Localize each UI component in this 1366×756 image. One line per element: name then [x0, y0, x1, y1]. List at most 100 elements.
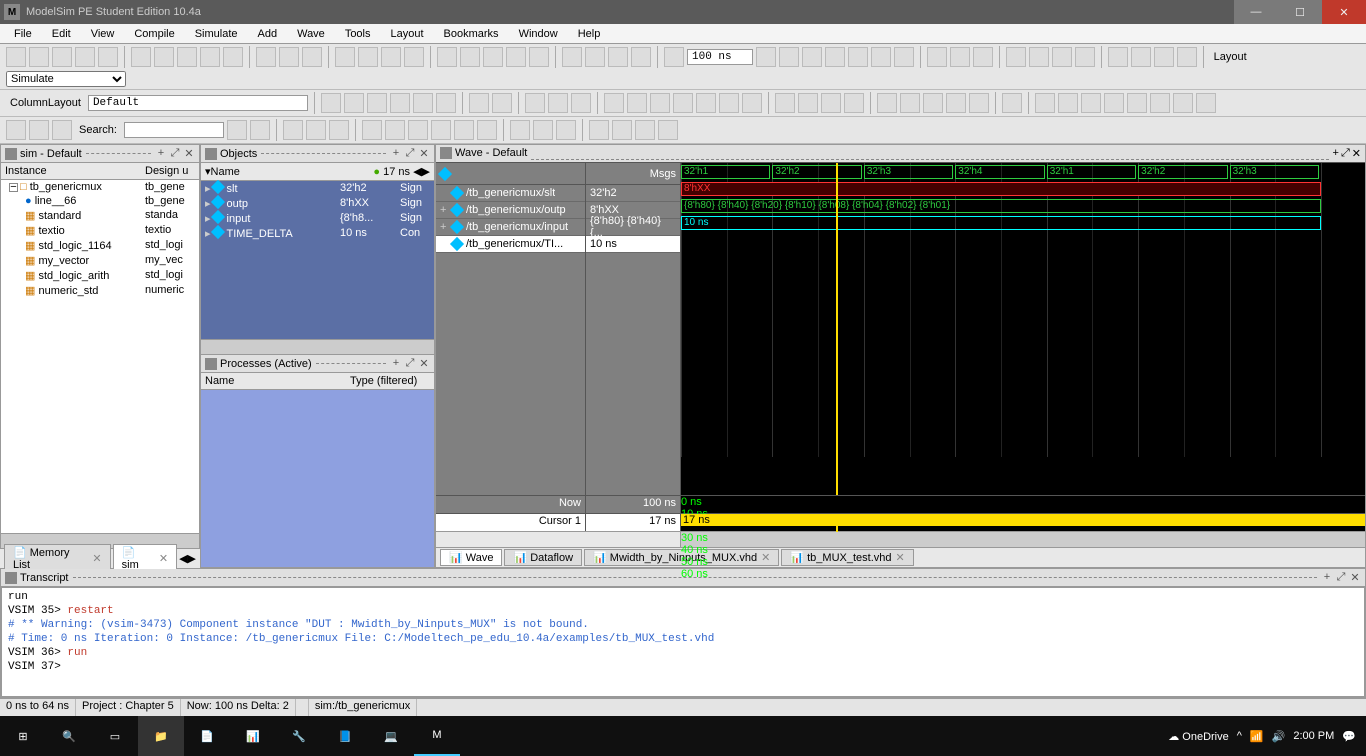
transcript-body[interactable]: runVSIM 35> restart# ** Warning: (vsim-3… [1, 587, 1365, 697]
sim-row-textio[interactable]: ▦ textiotextio [1, 223, 199, 238]
zmr-icon[interactable] [477, 120, 497, 140]
sim-row-my_vector[interactable]: ▦ my_vectormy_vec [1, 253, 199, 268]
task-modelsim[interactable]: M [414, 716, 460, 756]
col2-icon[interactable] [533, 120, 553, 140]
az-icon[interactable] [437, 47, 457, 67]
zoom1-icon[interactable] [1006, 47, 1026, 67]
time-box[interactable]: 100 ns [687, 49, 753, 65]
layout-select[interactable]: Simulate [6, 71, 126, 87]
up-icon[interactable] [585, 47, 605, 67]
obj-row-input[interactable]: ▸input{8'h8...Sign [201, 211, 434, 226]
tray-onedrive[interactable]: ☁ OneDrive [1168, 730, 1229, 743]
tl2-icon[interactable] [1058, 93, 1078, 113]
taskview-button[interactable]: ▭ [92, 716, 138, 756]
tl8-icon[interactable] [1196, 93, 1216, 113]
zml-icon[interactable] [454, 120, 474, 140]
zmc-icon[interactable] [431, 120, 451, 140]
t2d-icon[interactable] [390, 93, 410, 113]
tl1-icon[interactable] [1035, 93, 1055, 113]
sim-add-icon[interactable]: + [155, 147, 167, 160]
paste-icon[interactable] [177, 47, 197, 67]
g1-icon[interactable] [525, 93, 545, 113]
stop-icon[interactable] [664, 47, 684, 67]
proc-undock-icon[interactable]: ⤢ [404, 357, 416, 370]
tray-chevron-icon[interactable]: ^ [1237, 730, 1242, 742]
task-2[interactable]: 📄 [184, 716, 230, 756]
compile-icon[interactable] [256, 47, 276, 67]
obj-row-TIME_DELTA[interactable]: ▸TIME_DELTA10 nsCon [201, 226, 434, 241]
cov2-icon[interactable] [950, 47, 970, 67]
wave-add-icon[interactable]: + [1333, 147, 1339, 160]
obj-undock-icon[interactable]: ⤢ [404, 147, 416, 160]
ins2-icon[interactable] [29, 120, 49, 140]
sim-row-line__66[interactable]: ● line__66tb_gene [1, 194, 199, 208]
gear3-icon[interactable] [821, 93, 841, 113]
start-button[interactable]: ⊞ [0, 716, 46, 756]
l2-icon[interactable] [627, 93, 647, 113]
zmi-icon[interactable] [362, 120, 382, 140]
run2-icon[interactable] [802, 47, 822, 67]
tl5-icon[interactable] [1127, 93, 1147, 113]
b3-icon[interactable] [1154, 47, 1174, 67]
tl4-icon[interactable] [1104, 93, 1124, 113]
step-icon[interactable] [756, 47, 776, 67]
wave-signal--tb-genericmux-TI---[interactable]: /tb_genericmux/TI... [436, 236, 585, 253]
run1-icon[interactable] [779, 47, 799, 67]
t2a-icon[interactable] [321, 93, 341, 113]
obj-row-outp[interactable]: ▸outp8'hXXSign [201, 196, 434, 211]
ins-icon[interactable] [6, 120, 26, 140]
objects-tree[interactable]: ▸slt32'h2Sign▸outp8'hXXSign▸input{8'h8..… [201, 181, 434, 339]
xx2-icon[interactable] [492, 93, 512, 113]
close-button[interactable]: ✕ [1322, 0, 1366, 24]
t2c-icon[interactable] [367, 93, 387, 113]
sbk-icon[interactable] [227, 120, 247, 140]
menu-window[interactable]: Window [511, 28, 566, 40]
mag1-icon[interactable] [283, 120, 303, 140]
wave-icon[interactable] [335, 47, 355, 67]
cursor-tick[interactable]: 17 ns [681, 514, 1365, 526]
redo-icon[interactable] [223, 47, 243, 67]
wave-signal--tb-genericmux-slt[interactable]: /tb_genericmux/slt [436, 185, 585, 202]
tray-time[interactable]: 2:00 PM [1293, 730, 1334, 742]
cov-icon[interactable] [927, 47, 947, 67]
gear4-icon[interactable] [844, 93, 864, 113]
l1-icon[interactable] [604, 93, 624, 113]
wave3-icon[interactable] [404, 47, 424, 67]
cut-icon[interactable] [131, 47, 151, 67]
restart-icon[interactable] [848, 47, 868, 67]
proc-close-icon[interactable]: ✕ [418, 357, 430, 370]
obj-close-icon[interactable]: ✕ [418, 147, 430, 160]
task-3[interactable]: 📊 [230, 716, 276, 756]
search-input[interactable] [124, 122, 224, 138]
col3-icon[interactable] [556, 120, 576, 140]
all-icon[interactable] [719, 93, 739, 113]
ins3-icon[interactable] [52, 120, 72, 140]
sim-close-icon[interactable]: ✕ [183, 147, 195, 160]
menu-tools[interactable]: Tools [337, 28, 379, 40]
gear2-icon[interactable] [798, 93, 818, 113]
mag2-icon[interactable] [306, 120, 326, 140]
wave-set2-icon[interactable] [612, 120, 632, 140]
l4-icon[interactable] [673, 93, 693, 113]
copy-icon[interactable] [154, 47, 174, 67]
wave-signal--tb-genericmux-input[interactable]: +/tb_genericmux/input [436, 219, 585, 236]
wave2-icon[interactable] [381, 47, 401, 67]
task-5[interactable]: 📘 [322, 716, 368, 756]
wave-set3-icon[interactable] [635, 120, 655, 140]
sim-row-std_logic_arith[interactable]: ▦ std_logic_arithstd_logi [1, 268, 199, 283]
tab-nav[interactable]: ◀▶ [179, 552, 196, 565]
new-icon[interactable] [6, 47, 26, 67]
t2f-icon[interactable] [436, 93, 456, 113]
col-layout-value[interactable]: Default [88, 95, 308, 111]
menu-file[interactable]: File [6, 28, 40, 40]
col1-icon[interactable] [510, 120, 530, 140]
mem3-icon[interactable] [506, 47, 526, 67]
tab-dataflow[interactable]: 📊 Dataflow [504, 549, 582, 566]
run-icon[interactable] [562, 47, 582, 67]
t2b-icon[interactable] [344, 93, 364, 113]
wave-close-icon[interactable]: ✕ [1352, 147, 1361, 160]
tray-wifi-icon[interactable]: 📶 [1250, 730, 1264, 743]
maximize-button[interactable]: ☐ [1278, 0, 1322, 24]
open-icon[interactable] [29, 47, 49, 67]
mem-icon[interactable] [460, 47, 480, 67]
